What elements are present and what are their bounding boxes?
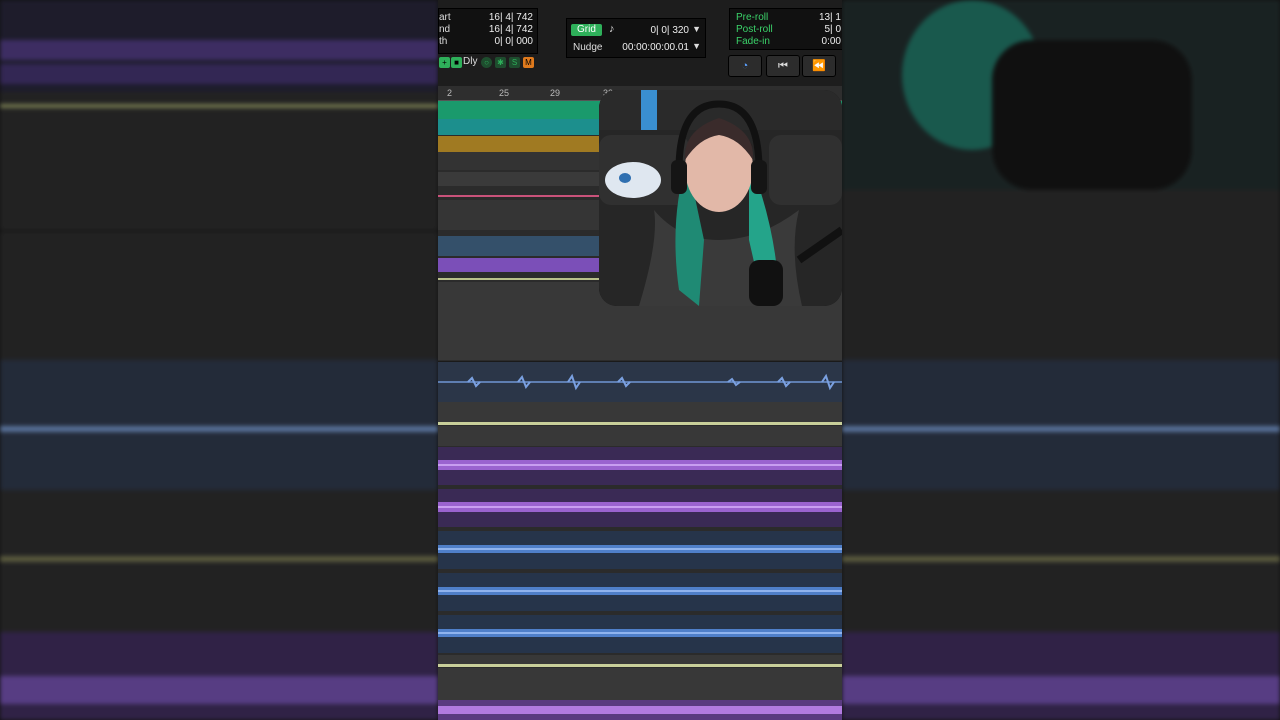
audio-track[interactable] xyxy=(438,700,842,720)
location-counter: art 16| 4| 742 nd 16| 4| 742 th 0| 0| 00… xyxy=(438,8,538,54)
dly-label[interactable]: Dly xyxy=(463,56,477,67)
automation-line xyxy=(438,664,842,667)
grid-button[interactable]: Grid xyxy=(571,24,602,36)
return-to-zero-icon[interactable]: ⏮ xyxy=(766,55,800,77)
audio-track[interactable] xyxy=(438,447,842,485)
counter-length-value[interactable]: 0| 0| 000 xyxy=(494,36,533,47)
asterisk-icon[interactable]: ✱ xyxy=(495,57,506,68)
nudge-value[interactable]: 00:00:00:00.01 xyxy=(622,42,689,53)
audio-waveform xyxy=(438,545,842,553)
track-lane[interactable] xyxy=(438,655,842,664)
streamer-video xyxy=(599,90,842,306)
webcam-overlay xyxy=(599,90,842,306)
audio-track[interactable] xyxy=(438,573,842,611)
postroll-value[interactable]: 5| 0 xyxy=(825,24,842,35)
nudge-dropdown-icon[interactable]: ▼ xyxy=(692,41,701,51)
transport-toolbar: art 16| 4| 742 nd 16| 4| 742 th 0| 0| 00… xyxy=(438,0,842,87)
grid-dropdown-icon[interactable]: ▼ xyxy=(692,24,701,34)
audio-waveform xyxy=(438,502,842,512)
lock-icon[interactable]: ■ xyxy=(451,57,462,68)
preroll-panel: Pre-roll 13| 1 Post-roll 5| 0 Fade-in 0:… xyxy=(729,8,842,50)
preroll-label[interactable]: Pre-roll xyxy=(736,12,768,23)
fadein-value[interactable]: 0:00 xyxy=(822,36,841,47)
grid-nudge-panel: Grid ♪ 0| 0| 320 ▼ Nudge 00:00:00:00.01 … xyxy=(566,18,706,58)
fadein-label[interactable]: Fade-in xyxy=(736,36,770,47)
automation-line xyxy=(438,422,842,425)
preroll-value[interactable]: 13| 1 xyxy=(819,12,841,23)
background-blur-right xyxy=(842,0,1280,720)
track-lane[interactable] xyxy=(438,402,842,422)
background-blur-left xyxy=(0,0,438,720)
track-lane[interactable] xyxy=(438,426,842,446)
ruler-bar-label: 25 xyxy=(499,88,510,98)
counter-end-label: nd xyxy=(439,24,451,35)
audio-track[interactable] xyxy=(438,615,842,653)
add-icon[interactable]: + xyxy=(439,57,450,68)
audio-waveform xyxy=(438,587,842,595)
ruler-bar-label: 29 xyxy=(550,88,561,98)
audio-track[interactable] xyxy=(438,531,842,569)
counter-start-label: art xyxy=(439,12,451,23)
circle-icon[interactable]: ○ xyxy=(481,57,492,68)
m-button[interactable]: M xyxy=(523,57,534,68)
rewind-icon[interactable]: ⏪ xyxy=(802,55,836,77)
ruler-bar-label: 2 xyxy=(447,88,453,98)
track-lane[interactable] xyxy=(438,668,842,700)
nudge-label: Nudge xyxy=(573,42,603,53)
audio-waveform xyxy=(438,373,842,391)
audio-waveform xyxy=(438,629,842,637)
counter-end-value[interactable]: 16| 4| 742 xyxy=(489,24,533,35)
audio-track[interactable] xyxy=(438,361,842,402)
online-icon[interactable]: ◔ xyxy=(728,55,762,77)
grid-value[interactable]: 0| 0| 320 xyxy=(650,25,689,36)
note-icon: ♪ xyxy=(609,23,615,35)
counter-start-value[interactable]: 16| 4| 742 xyxy=(489,12,533,23)
postroll-label[interactable]: Post-roll xyxy=(736,24,773,35)
daw-view: art 16| 4| 742 nd 16| 4| 742 th 0| 0| 00… xyxy=(438,0,842,720)
audio-track[interactable] xyxy=(438,489,842,527)
audio-waveform xyxy=(438,706,842,714)
s-icon[interactable]: S xyxy=(509,57,520,68)
audio-waveform xyxy=(438,460,842,470)
counter-length-label: th xyxy=(439,36,448,47)
